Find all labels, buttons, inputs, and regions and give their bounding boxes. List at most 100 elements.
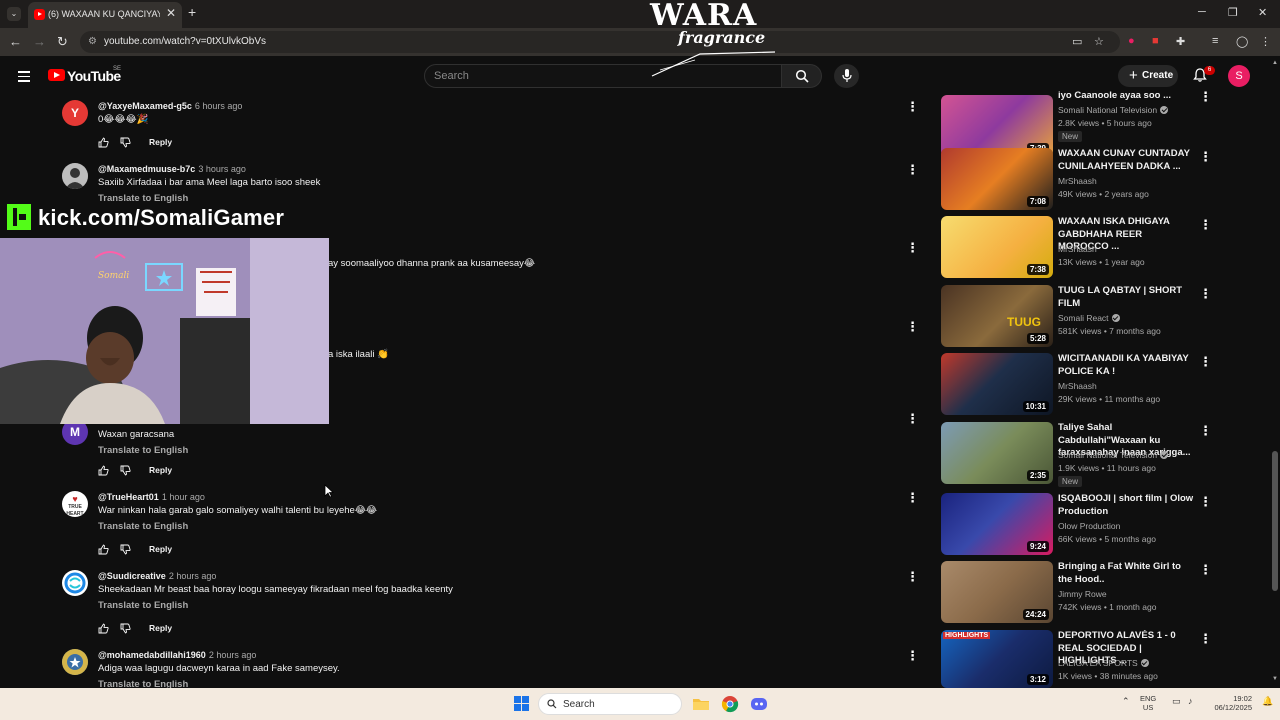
video-more-icon[interactable]: ⋮ (1199, 218, 1212, 232)
comment-avatar[interactable]: Y (62, 100, 88, 126)
thumbs-down-icon[interactable] (120, 465, 131, 476)
video-more-icon[interactable]: ⋮ (1199, 495, 1212, 509)
video-thumbnail[interactable]: TUUG 5:28 (941, 285, 1053, 347)
menu-icon[interactable]: ⋮ (1260, 35, 1271, 48)
comment-author[interactable]: @mohamedabdillahi1960 (98, 650, 206, 660)
extension-icon[interactable]: ■ (1152, 35, 1159, 47)
comment-avatar[interactable]: ♥ TRUE HEART (62, 491, 88, 517)
comment-author[interactable]: @TrueHeart01 (98, 492, 159, 502)
video-more-icon[interactable]: ⋮ (1199, 355, 1212, 369)
thumbs-up-icon[interactable] (98, 623, 109, 634)
taskbar-search-box[interactable]: Search (538, 693, 682, 715)
tab-close-icon[interactable]: ✕ (166, 6, 176, 20)
channel-name[interactable]: Somali National Television (1058, 105, 1169, 115)
notification-center-icon[interactable]: 🔔 (1262, 696, 1273, 707)
recommended-video[interactable]: TUUG 5:28 TUUG LA QABTAY | SHORT FILM So… (941, 285, 1271, 347)
video-thumbnail[interactable]: 9:24 (941, 493, 1053, 555)
channel-name[interactable]: Somali National Television (1058, 450, 1169, 460)
thumbs-down-icon[interactable] (120, 544, 131, 555)
extension-icon[interactable]: ● (1128, 35, 1135, 47)
comment-time[interactable]: 2 hours ago (169, 571, 217, 581)
recommended-video[interactable]: 24:24 Bringing a Fat White Girl to the H… (941, 561, 1271, 623)
recommended-video[interactable]: 7:38 WAXAAN ISKA DHIGAYA GABDHAHA REER M… (941, 216, 1271, 278)
recommended-video[interactable]: HIGHLIGHTS 3:12 DEPORTIVO ALAVÉS 1 - 0 R… (941, 630, 1271, 688)
thumbs-down-icon[interactable] (120, 137, 131, 148)
translate-link[interactable]: Translate to English (98, 679, 188, 688)
video-more-icon[interactable]: ⋮ (1199, 424, 1212, 438)
scrollbar-thumb[interactable] (1272, 451, 1278, 591)
comment-more-icon[interactable]: ⋮ (906, 163, 919, 177)
video-more-icon[interactable]: ⋮ (1199, 632, 1212, 646)
language-indicator[interactable]: ENG US (1140, 694, 1156, 712)
channel-name[interactable]: MrShaash (1058, 244, 1097, 254)
comment-more-icon[interactable]: ⋮ (906, 649, 919, 663)
network-icon[interactable]: ▭ (1172, 696, 1181, 707)
comment-time[interactable]: 2 hours ago (209, 650, 257, 660)
video-title[interactable]: iyo Caanoole ayaa soo ... (1058, 90, 1194, 103)
browser-tab[interactable]: (6) WAXAAN KU QANCIYAY AD... ✕ (28, 2, 182, 28)
video-title[interactable]: Bringing a Fat White Girl to the Hood.. (1058, 561, 1194, 586)
channel-name[interactable]: Jimmy Rowe (1058, 589, 1107, 599)
comment-more-icon[interactable]: ⋮ (906, 241, 919, 255)
site-info-icon[interactable]: ⚙ (88, 36, 97, 47)
video-thumbnail[interactable]: 7:38 (941, 216, 1053, 278)
cast-icon[interactable]: ▭ (1072, 35, 1082, 48)
comment-author[interactable]: @Suudicreative (98, 571, 166, 581)
video-thumbnail[interactable]: 7:08 (941, 148, 1053, 210)
address-bar[interactable]: ⚙ youtube.com/watch?v=0tXUlvkObVs (80, 31, 1120, 53)
video-title[interactable]: WICITAANADII KA YAABIYAY POLICE KA ! (1058, 353, 1194, 378)
reply-button[interactable]: Reply (149, 544, 172, 554)
page-scrollbar[interactable]: ▲ ▼ (1270, 56, 1280, 688)
tab-search-button[interactable]: ⌄ (7, 7, 21, 21)
video-thumbnail[interactable]: 2:35 (941, 422, 1053, 484)
video-title[interactable]: ISQABOOJI | short film | Olow Production (1058, 493, 1194, 518)
puzzle-icon[interactable]: ✚ (1176, 35, 1185, 48)
comment-avatar[interactable] (62, 649, 88, 675)
comment-avatar[interactable] (62, 163, 88, 189)
channel-name[interactable]: Olow Production (1058, 521, 1120, 531)
comment-more-icon[interactable]: ⋮ (906, 100, 919, 114)
comment-more-icon[interactable]: ⋮ (906, 320, 919, 334)
translate-link[interactable]: Translate to English (98, 521, 188, 532)
file-explorer-icon[interactable] (692, 695, 710, 713)
translate-link[interactable]: Translate to English (98, 445, 188, 456)
taskbar-clock[interactable]: 19:02 06/12/2025 (1208, 694, 1252, 712)
reading-list-icon[interactable]: ≡ (1212, 35, 1218, 47)
bookmark-star-icon[interactable]: ☆ (1094, 35, 1104, 48)
thumbs-up-icon[interactable] (98, 544, 109, 555)
thumbs-up-icon[interactable] (98, 137, 109, 148)
channel-name[interactable]: Somali React (1058, 313, 1120, 323)
scroll-up-arrow-icon[interactable]: ▲ (1272, 60, 1278, 66)
comment-author[interactable]: @Maxamedmuuse-b7c (98, 164, 195, 174)
reply-button[interactable]: Reply (149, 137, 172, 147)
discord-icon[interactable] (750, 695, 768, 713)
create-button[interactable]: + Create (1118, 65, 1178, 87)
voice-search-button[interactable] (834, 64, 859, 88)
scroll-down-arrow-icon[interactable]: ▼ (1272, 676, 1278, 682)
comment-time[interactable]: 6 hours ago (195, 101, 243, 111)
reply-button[interactable]: Reply (149, 465, 172, 475)
minimize-button[interactable]: ─ (1198, 6, 1206, 18)
video-thumbnail[interactable]: 10:31 (941, 353, 1053, 415)
maximize-button[interactable]: ❐ (1228, 6, 1238, 19)
window-close-button[interactable]: ✕ (1258, 6, 1267, 19)
youtube-logo-icon[interactable] (48, 69, 65, 81)
comment-more-icon[interactable]: ⋮ (906, 570, 919, 584)
comment-time[interactable]: 1 hour ago (162, 492, 205, 502)
thumbs-up-icon[interactable] (98, 465, 109, 476)
video-more-icon[interactable]: ⋮ (1199, 563, 1212, 577)
comment-author[interactable]: @YaxyeMaxamed-g5c (98, 101, 192, 111)
translate-link[interactable]: Translate to English (98, 600, 188, 611)
video-more-icon[interactable]: ⋮ (1199, 150, 1212, 164)
profile-icon[interactable]: ◯ (1236, 35, 1248, 48)
video-thumbnail[interactable]: 24:24 (941, 561, 1053, 623)
channel-name[interactable]: MrShaash (1058, 176, 1097, 186)
video-thumbnail[interactable]: HIGHLIGHTS 3:12 (941, 630, 1053, 688)
forward-icon[interactable]: → (33, 34, 46, 49)
new-tab-button[interactable]: + (188, 4, 196, 20)
comment-avatar[interactable] (62, 570, 88, 596)
recommended-video[interactable]: 7:08 WAXAAN CUNAY CUNTADAY CUNILAAHYEEN … (941, 148, 1271, 210)
windows-start-icon[interactable] (514, 696, 530, 712)
recommended-video[interactable]: 9:24 ISQABOOJI | short film | Olow Produ… (941, 493, 1271, 555)
video-title[interactable]: TUUG LA QABTAY | SHORT FILM (1058, 285, 1194, 310)
